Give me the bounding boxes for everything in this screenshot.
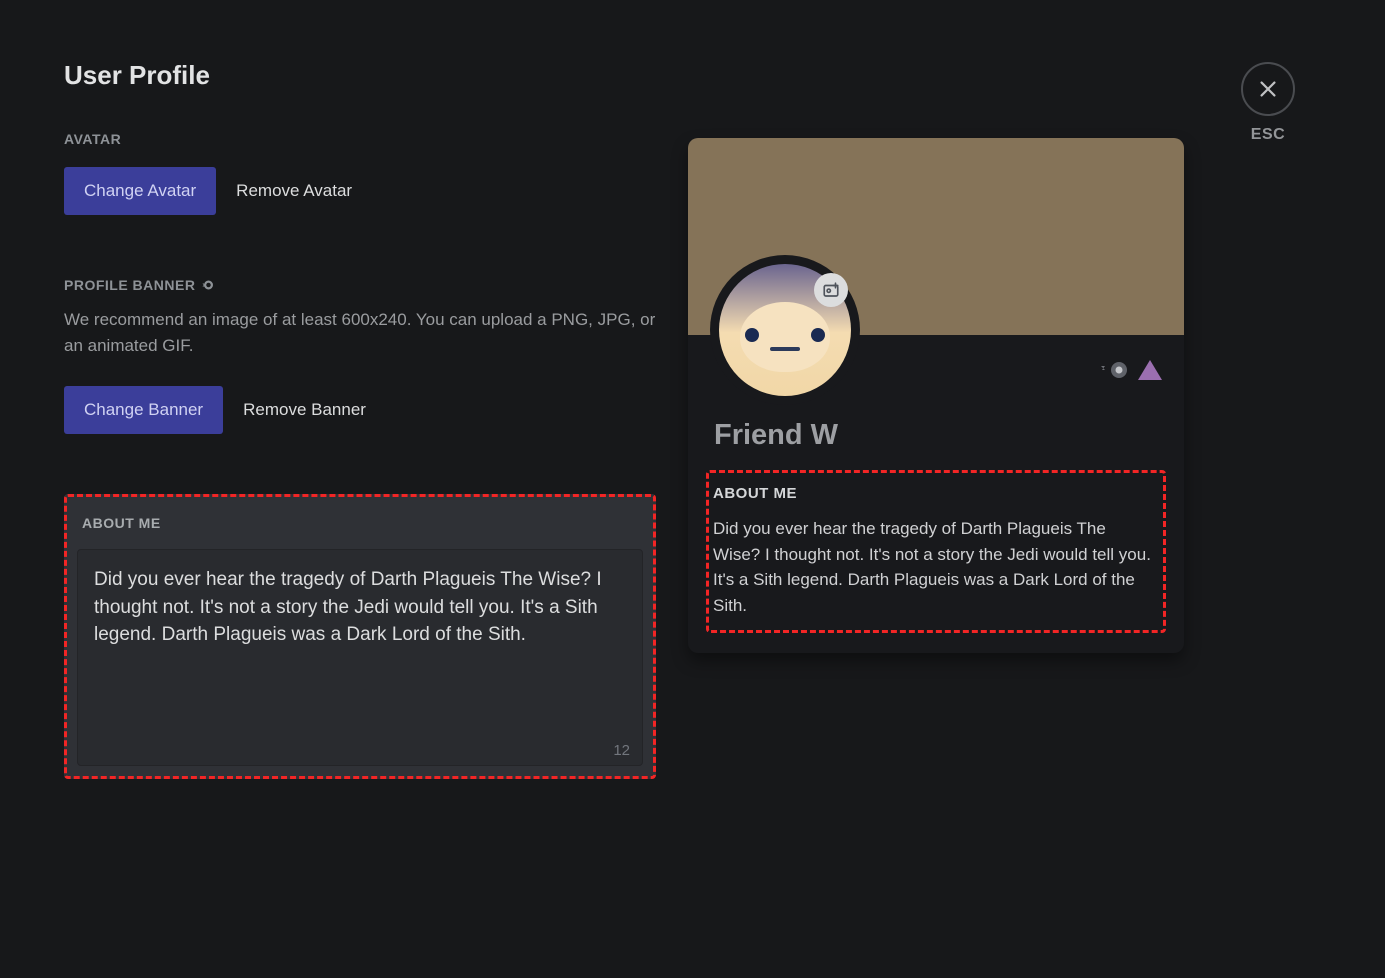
about-me-char-count: 12 — [613, 742, 630, 759]
profile-banner — [688, 138, 1184, 335]
close-esc-label: ESC — [1251, 126, 1285, 144]
avatar — [710, 255, 860, 405]
hypesquad-badge-icon — [1138, 360, 1162, 380]
banner-section-label: PROFILE BANNER — [64, 277, 656, 293]
remove-banner-button[interactable]: Remove Banner — [243, 400, 366, 420]
profile-username: Friend W — [714, 419, 1158, 452]
about-me-textarea[interactable] — [78, 550, 642, 760]
upload-avatar-button[interactable] — [814, 273, 848, 307]
avatar-section-label: AVATAR — [64, 131, 656, 147]
remove-avatar-button[interactable]: Remove Avatar — [236, 181, 352, 201]
close-icon — [1257, 78, 1279, 100]
change-banner-button[interactable]: Change Banner — [64, 386, 223, 434]
close-button[interactable] — [1241, 62, 1295, 116]
change-avatar-button[interactable]: Change Avatar — [64, 167, 216, 215]
about-me-editor-label: ABOUT ME — [77, 515, 643, 531]
nitro-icon — [201, 278, 219, 292]
nitro-badge-icon — [1100, 361, 1130, 379]
banner-description: We recommend an image of at least 600x24… — [64, 307, 656, 358]
about-me-preview-text: Did you ever hear the tragedy of Darth P… — [713, 516, 1155, 618]
about-me-editor-highlight: ABOUT ME 12 — [64, 494, 656, 779]
page-title: User Profile — [64, 60, 656, 91]
profile-preview-card: Friend W ABOUT ME Did you ever hear the … — [688, 138, 1184, 653]
about-me-preview-label: ABOUT ME — [713, 485, 1155, 502]
about-me-preview-highlight: ABOUT ME Did you ever hear the tragedy o… — [706, 470, 1166, 633]
